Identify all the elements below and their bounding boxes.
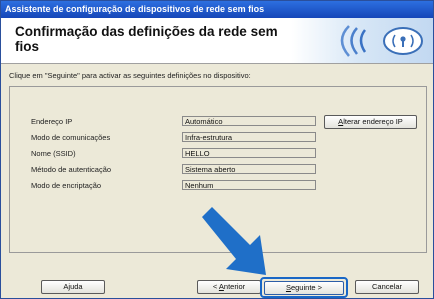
wireless-signal-icon <box>340 25 423 57</box>
setting-label-encryption: Modo de encriptação <box>31 181 102 190</box>
back-button[interactable]: < Anterior <box>197 280 261 294</box>
next-label: eguinte > <box>290 283 323 292</box>
change-ip-button[interactable]: Alterar endereço IP <box>324 115 417 129</box>
banner-graphic <box>291 18 433 63</box>
wizard-header: Confirmação das definições da rede sem f… <box>1 18 433 64</box>
back-label: nterior <box>223 282 246 291</box>
setting-label-auth: Método de autenticação <box>31 165 112 174</box>
setting-label-ip: Endereço IP <box>31 117 73 126</box>
pointing-arrow-icon <box>202 207 266 275</box>
next-button[interactable]: Seguinte > <box>264 281 344 295</box>
page-title: Confirmação das definições da rede sem f… <box>15 24 278 54</box>
setting-value-ssid: HELLO <box>182 148 316 158</box>
change-ip-label: lterar endereço IP <box>343 117 403 126</box>
setting-label-ssid: Nome (SSID) <box>31 149 76 158</box>
setting-value-auth: Sistema aberto <box>182 164 316 174</box>
cancel-button[interactable]: Cancelar <box>355 280 419 294</box>
setting-value-ip: Automático <box>182 116 316 126</box>
setting-value-encryption: Nenhum <box>182 180 316 190</box>
setting-label-mode: Modo de comunicações <box>31 133 111 142</box>
instructions-text: Clique em "Seguinte" para activar as seg… <box>9 71 251 80</box>
help-button[interactable]: Ajuda <box>41 280 105 294</box>
setting-value-mode: Infra-estrutura <box>182 132 316 142</box>
wizard-window: Assistente de configuração de dispositiv… <box>0 0 434 299</box>
window-title: Assistente de configuração de dispositiv… <box>1 1 433 18</box>
